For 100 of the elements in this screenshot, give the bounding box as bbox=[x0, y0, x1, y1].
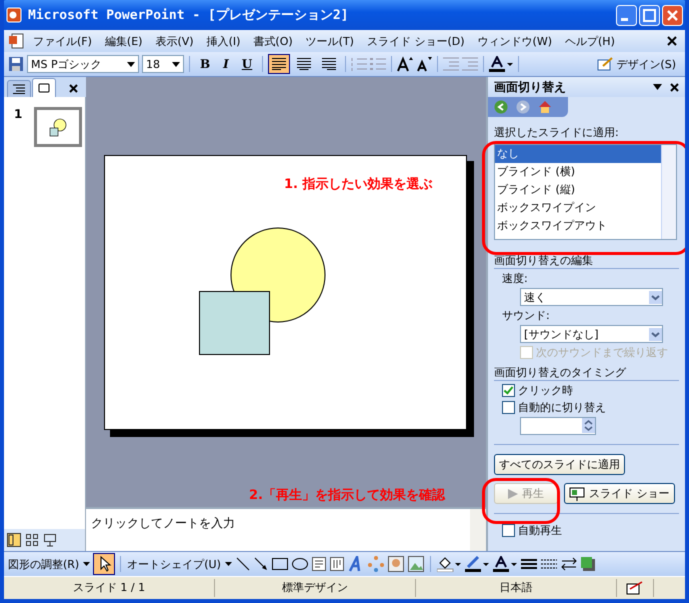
home-icon[interactable] bbox=[538, 100, 552, 114]
checkbox[interactable] bbox=[502, 524, 515, 537]
caret-icon[interactable] bbox=[127, 62, 135, 66]
shadow-icon[interactable] bbox=[580, 557, 595, 571]
forward-icon[interactable] bbox=[516, 100, 530, 114]
line-color-icon[interactable] bbox=[464, 556, 489, 572]
apply-all-button[interactable]: すべてのスライドに適用 bbox=[494, 454, 625, 475]
section-heading: 画面切り替えの編集 bbox=[494, 253, 679, 269]
pointer-icon[interactable] bbox=[94, 554, 114, 574]
slide-icon bbox=[38, 83, 50, 93]
text-style-button[interactable]: I bbox=[218, 54, 234, 74]
line-icon[interactable] bbox=[236, 557, 250, 571]
spinner-arrows-icon[interactable] bbox=[582, 418, 595, 433]
arrange-menu[interactable]: 図形の調整(R) bbox=[8, 556, 80, 572]
caret-icon[interactable] bbox=[83, 562, 90, 566]
sound-label: サウンド: bbox=[501, 308, 551, 323]
outline-icon bbox=[13, 84, 25, 94]
spin-field[interactable] bbox=[520, 417, 596, 435]
document-icon[interactable] bbox=[8, 32, 26, 50]
menu-item[interactable]: ウィンドウ(W) bbox=[472, 32, 558, 50]
menu-item[interactable]: スライド ショー(D) bbox=[360, 32, 471, 50]
menu-item[interactable]: ヘルプ(H) bbox=[559, 32, 621, 50]
dropdown-arrow-icon[interactable] bbox=[653, 84, 662, 90]
apply-label: 選択したスライドに適用: bbox=[494, 125, 620, 140]
font-color-icon[interactable] bbox=[489, 56, 514, 72]
arrow-style-icon[interactable] bbox=[560, 557, 577, 571]
transition-item[interactable]: ボックスワイプアウト bbox=[495, 217, 661, 235]
status-text: 日本語 bbox=[416, 579, 617, 597]
menu-item[interactable]: 表示(V) bbox=[149, 32, 200, 50]
notes-text[interactable]: クリックしてノートを入力 bbox=[86, 509, 470, 538]
shrink-font-icon[interactable] bbox=[416, 56, 432, 72]
spell-check-icon bbox=[626, 581, 644, 595]
menu-item[interactable]: ファイル(F) bbox=[27, 32, 98, 50]
vertical-text-box-icon[interactable] bbox=[330, 557, 344, 571]
scrollbar[interactable] bbox=[470, 509, 486, 551]
caret-icon[interactable] bbox=[224, 562, 232, 566]
sound-dropdown[interactable]: [サウンドなし] bbox=[520, 325, 663, 343]
clip-art-icon[interactable] bbox=[388, 556, 404, 572]
section-heading: 画面切り替えのタイミング bbox=[494, 365, 679, 381]
speed-dropdown[interactable]: 速く bbox=[520, 288, 663, 306]
annotation-text: 1. 指示したい効果を選ぶ bbox=[284, 175, 433, 193]
slide-thumbnail[interactable] bbox=[34, 107, 82, 147]
outline-tab[interactable] bbox=[7, 80, 31, 97]
menu-item[interactable]: 挿入(I) bbox=[200, 32, 246, 50]
sorter-view-icon[interactable] bbox=[25, 533, 39, 547]
design-button[interactable]: デザイン(S) bbox=[592, 54, 681, 74]
minimize-icon[interactable] bbox=[616, 4, 637, 26]
slideshow-button[interactable]: スライド ショー bbox=[564, 483, 674, 504]
close-icon[interactable] bbox=[667, 36, 677, 46]
transition-item[interactable]: ボックスワイプイン bbox=[495, 199, 661, 217]
play-icon bbox=[508, 488, 518, 498]
transition-item[interactable]: ブラインド (縦) bbox=[495, 181, 661, 199]
annotation-text: 2.「再生」を指示して効果を確認 bbox=[249, 487, 445, 504]
checkbox[interactable] bbox=[502, 401, 515, 414]
transition-item[interactable]: ブラインド (横) bbox=[495, 163, 661, 181]
fill-color-icon[interactable] bbox=[436, 556, 461, 572]
caret-icon[interactable] bbox=[172, 62, 180, 66]
oval-icon[interactable] bbox=[292, 558, 308, 570]
window-title: Microsoft PowerPoint - [プレゼンテーション2] bbox=[28, 6, 350, 24]
scrollbar[interactable] bbox=[661, 145, 676, 239]
diagram-icon[interactable] bbox=[368, 556, 384, 572]
projector-screen-icon bbox=[569, 486, 585, 500]
close-icon[interactable] bbox=[69, 84, 78, 93]
arrow-icon[interactable] bbox=[254, 557, 268, 571]
font-color-icon[interactable] bbox=[492, 556, 517, 572]
close-icon[interactable] bbox=[670, 82, 679, 92]
menu-item[interactable]: 編集(E) bbox=[98, 32, 148, 50]
save-icon[interactable] bbox=[8, 56, 24, 72]
text-style-button[interactable]: B bbox=[195, 54, 216, 74]
checkbox-label: 自動的に切り替え bbox=[518, 400, 606, 415]
menu-item[interactable]: 書式(O) bbox=[247, 32, 299, 50]
status-text: スライド 1 / 1 bbox=[4, 579, 215, 597]
app-icon bbox=[6, 7, 22, 23]
transition-item[interactable]: なし bbox=[495, 145, 661, 163]
back-icon[interactable] bbox=[494, 100, 508, 114]
maximize-icon[interactable] bbox=[639, 4, 660, 26]
line-style-icon[interactable] bbox=[520, 558, 537, 570]
rectangle-icon[interactable] bbox=[272, 558, 288, 570]
picture-icon[interactable] bbox=[408, 556, 424, 572]
autoshapes-menu[interactable]: オートシェイプ(U) bbox=[127, 556, 221, 572]
text-box-icon[interactable] bbox=[312, 557, 326, 571]
square-shape bbox=[199, 291, 270, 355]
slideshow-view-icon[interactable] bbox=[43, 533, 57, 547]
checkbox-label: クリック時 bbox=[518, 383, 573, 398]
checkbox[interactable] bbox=[502, 384, 515, 397]
slides-tab[interactable] bbox=[32, 78, 56, 97]
speed-label: 速度: bbox=[501, 271, 529, 286]
checkbox-label: 自動再生 bbox=[518, 523, 562, 538]
checkbox-label: 次のサウンドまで繰り返す bbox=[536, 345, 668, 360]
task-pane-title: 画面切り替え bbox=[494, 78, 567, 96]
grow-font-icon[interactable] bbox=[397, 56, 414, 72]
dash-style-icon[interactable] bbox=[540, 558, 557, 570]
slide-number: 1 bbox=[14, 107, 22, 121]
normal-view-icon[interactable] bbox=[7, 533, 21, 547]
menu-item[interactable]: ツール(T) bbox=[300, 32, 360, 50]
design-icon bbox=[597, 57, 614, 71]
font-size-dropdown[interactable]: 18 bbox=[142, 55, 184, 73]
font-dropdown[interactable]: MS Pゴシック bbox=[27, 55, 139, 73]
text-style-button[interactable]: U bbox=[236, 54, 258, 74]
align-button[interactable] bbox=[268, 54, 290, 74]
